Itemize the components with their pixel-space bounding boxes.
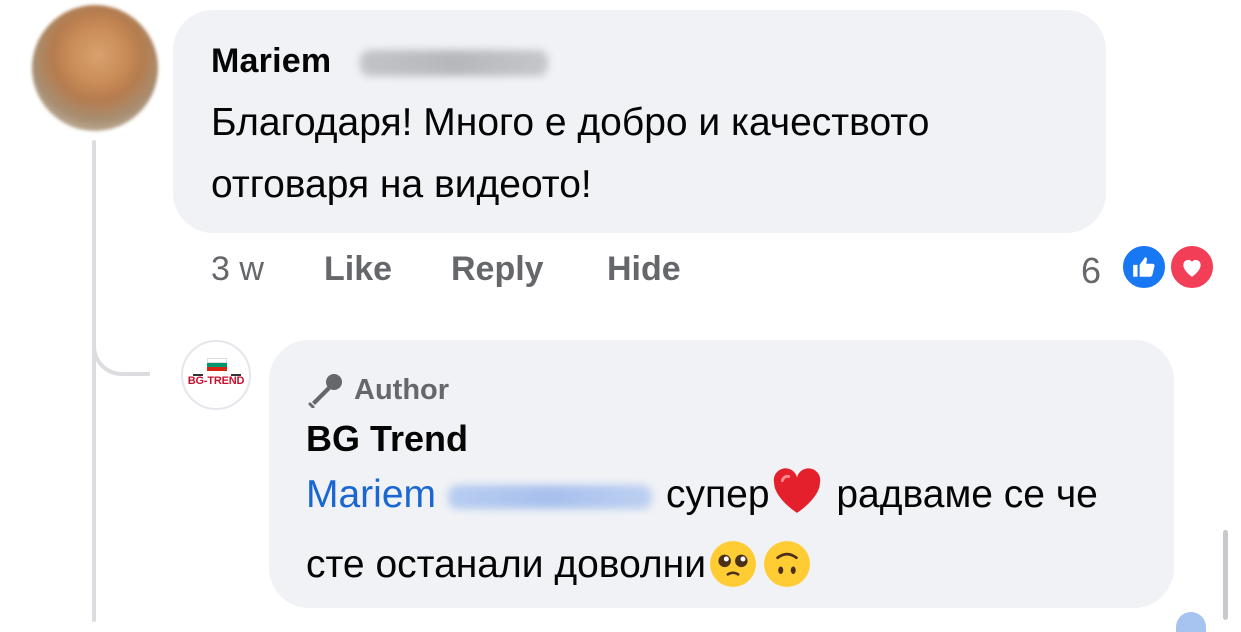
- reply-button[interactable]: Reply: [451, 250, 544, 296]
- bulgarian-flag-icon: [207, 358, 227, 371]
- author-badge: Author: [306, 372, 449, 408]
- author-badge-label: Author: [354, 373, 450, 406]
- reply-author-name[interactable]: BG Trend: [306, 418, 468, 460]
- pleading-face-emoji: [708, 539, 758, 608]
- commenter-avatar[interactable]: [32, 5, 158, 131]
- comment-timestamp[interactable]: 3 w: [211, 250, 264, 296]
- scrollbar[interactable]: [1223, 530, 1228, 620]
- partial-element: [1176, 612, 1206, 632]
- reply-text-part1: супер: [666, 473, 770, 516]
- blurred-mention-surname[interactable]: [448, 484, 653, 509]
- reply-text: Mariem супер радваме се че сте останали д…: [306, 464, 1166, 608]
- thread-line: [92, 140, 96, 622]
- logo-text: BG-TREND: [187, 375, 245, 387]
- blurred-surname: [360, 50, 548, 76]
- comment-text: Благодаря! Много е добро и качеството от…: [211, 101, 930, 206]
- hide-button[interactable]: Hide: [607, 250, 681, 296]
- reaction-count[interactable]: 6: [1081, 250, 1101, 292]
- love-reaction-icon[interactable]: [1168, 243, 1216, 291]
- mention-link[interactable]: Mariem: [306, 473, 436, 516]
- comment-author-name[interactable]: Mariem: [211, 42, 331, 81]
- like-button[interactable]: Like: [324, 250, 392, 296]
- like-reaction-icon[interactable]: [1120, 243, 1168, 291]
- red-heart-emoji: [772, 467, 822, 534]
- upside-down-face-emoji: [762, 539, 812, 608]
- thread-connector: [92, 318, 150, 376]
- microphone-icon: [308, 374, 342, 408]
- page-avatar[interactable]: BG-TREND: [181, 340, 251, 410]
